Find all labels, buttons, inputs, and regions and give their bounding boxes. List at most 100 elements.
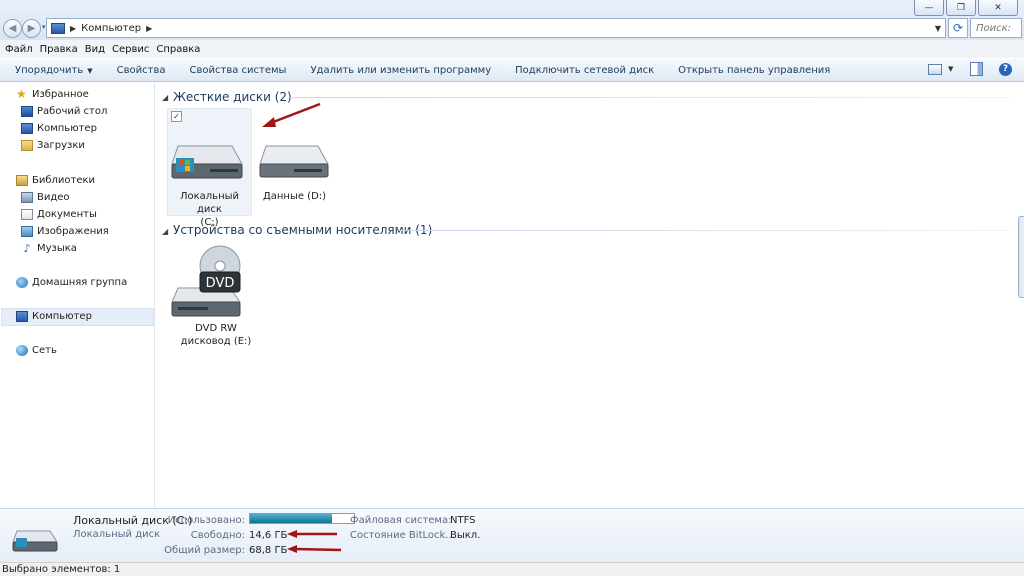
nav-pictures[interactable]: Изображения (21, 226, 109, 237)
search-input[interactable]: Поиск: (970, 18, 1022, 38)
nav-computer-label: Компьютер (32, 311, 92, 322)
recent-pages-dropdown[interactable]: ▾ (42, 23, 46, 31)
open-control-panel-button[interactable]: Открыть панель управления (678, 65, 830, 76)
computer-icon (51, 22, 65, 34)
nav-documents[interactable]: Документы (21, 209, 97, 220)
menu-edit[interactable]: Правка (40, 44, 78, 55)
preview-pane-button[interactable] (970, 61, 983, 77)
drive-c-label-line1: Локальный диск (179, 191, 240, 215)
collapse-group-icon[interactable]: ◢ (162, 227, 168, 236)
menu-tools[interactable]: Сервис (112, 44, 149, 55)
chevron-down-icon: ▼ (87, 66, 93, 75)
nav-documents-label: Документы (37, 209, 97, 220)
back-button[interactable]: ◀ (3, 19, 22, 38)
view-options-button[interactable]: ▼ (928, 61, 953, 77)
computer-icon (21, 123, 33, 134)
menu-view[interactable]: Вид (85, 44, 105, 55)
group-divider (400, 230, 1010, 231)
uninstall-program-button[interactable]: Удалить или изменить программу (310, 65, 491, 76)
music-library-icon: ♪ (23, 242, 31, 255)
bitlocker-label: Состояние BitLock... (350, 530, 455, 541)
drive-c-checkbox[interactable]: ✓ (171, 111, 182, 122)
free-label: Свободно: (190, 530, 245, 541)
total-label: Общий размер: (164, 545, 245, 556)
nav-favorites[interactable]: ★ Избранное (16, 87, 89, 101)
forward-arrow-icon: ▶ (27, 23, 36, 34)
video-library-icon (21, 192, 33, 203)
nav-music[interactable]: ♪ Музыка (21, 242, 77, 255)
group-divider (290, 97, 1010, 98)
nav-desktop[interactable]: Рабочий стол (21, 106, 107, 117)
windows-drive-icon (171, 145, 243, 179)
computer-icon (16, 311, 28, 322)
drive-e-label-line2: дисковод (E:) (180, 336, 252, 347)
nav-desktop-label: Рабочий стол (37, 106, 108, 117)
menu-bar: Файл Правка Вид Сервис Справка (0, 40, 1024, 58)
drive-e-label[interactable]: DVD RW дисковод (E:) (170, 322, 262, 348)
window-controls: — ❐ ✕ (914, 0, 1018, 16)
nav-pictures-label: Изображения (37, 226, 109, 237)
search-placeholder: Поиск: (976, 22, 1012, 34)
homegroup-icon (16, 277, 28, 288)
free-value: 14,6 ГБ (249, 530, 288, 541)
details-drive-type: Локальный диск (73, 529, 161, 540)
annotation-arrow-icon (287, 530, 342, 553)
downloads-folder-icon (21, 140, 33, 151)
menu-help[interactable]: Справка (156, 44, 200, 55)
filesystem-value: NTFS (450, 515, 476, 526)
menu-file[interactable]: Файл (5, 44, 33, 55)
nav-network-label: Сеть (32, 345, 57, 356)
minimize-icon: — (924, 2, 934, 13)
breadcrumb-chevron-icon[interactable]: ▶ (146, 24, 152, 33)
organize-label: Упорядочить (15, 64, 84, 76)
system-properties-button[interactable]: Свойства системы (190, 65, 287, 76)
preview-pane-icon (970, 62, 983, 76)
side-scroll-handle[interactable] (1018, 216, 1024, 298)
breadcrumb-computer[interactable]: Компьютер (81, 23, 141, 34)
used-label: Использовано: (167, 515, 245, 526)
annotation-arrow-icon (262, 102, 321, 127)
nav-network[interactable]: Сеть (16, 345, 57, 356)
star-icon: ★ (16, 87, 27, 101)
nav-downloads-label: Загрузки (37, 140, 85, 151)
nav-favorites-label: Избранное (32, 89, 89, 100)
close-icon: ✕ (994, 2, 1002, 13)
forward-button[interactable]: ▶ (22, 19, 41, 38)
address-dropdown-icon[interactable]: ▼ (935, 24, 941, 33)
collapse-group-icon[interactable]: ◢ (162, 93, 168, 102)
nav-music-label: Музыка (37, 243, 77, 254)
status-bar: Выбрано элементов: 1 (0, 562, 1024, 576)
drive-d-label[interactable]: Данные (D:) (252, 190, 337, 203)
nav-downloads[interactable]: Загрузки (21, 140, 85, 151)
view-options-icon (928, 63, 942, 75)
windows-drive-icon (12, 530, 58, 552)
nav-libraries[interactable]: Библиотеки (16, 175, 95, 186)
properties-button[interactable]: Свойства (117, 65, 166, 76)
nav-computer[interactable]: Компьютер (16, 311, 92, 322)
nav-homegroup[interactable]: Домашняя группа (16, 277, 127, 288)
breadcrumb-chevron-icon[interactable]: ▶ (70, 24, 76, 33)
refresh-button[interactable]: ⟳ (948, 18, 968, 38)
pictures-library-icon (21, 226, 33, 237)
close-button[interactable]: ✕ (978, 0, 1018, 16)
usage-bar-fill (250, 514, 333, 523)
map-network-drive-button[interactable]: Подключить сетевой диск (515, 65, 654, 76)
group-header-removable[interactable]: Устройства со съемными носителями (1) (173, 223, 432, 237)
dvd-badge-text: DVD (206, 276, 235, 291)
nav-video[interactable]: Видео (21, 192, 70, 203)
chevron-down-icon: ▼ (948, 65, 954, 73)
address-bar[interactable]: ▶ Компьютер ▶ ▼ (46, 18, 946, 38)
organize-button[interactable]: Упорядочить ▼ (15, 65, 93, 76)
maximize-button[interactable]: ❐ (946, 0, 976, 16)
minimize-button[interactable]: — (914, 0, 944, 16)
nav-homegroup-label: Домашняя группа (32, 277, 128, 288)
libraries-icon (16, 175, 28, 186)
help-button[interactable]: ? (999, 61, 1012, 77)
nav-computer-favorite[interactable]: Компьютер (21, 123, 97, 134)
command-bar: Упорядочить ▼ Свойства Свойства системы У… (0, 58, 1024, 82)
refresh-icon: ⟳ (952, 21, 964, 35)
filesystem-label: Файловая система: (350, 515, 452, 526)
usage-bar (249, 513, 355, 524)
help-icon: ? (999, 62, 1012, 76)
nav-libraries-label: Библиотеки (32, 175, 96, 186)
